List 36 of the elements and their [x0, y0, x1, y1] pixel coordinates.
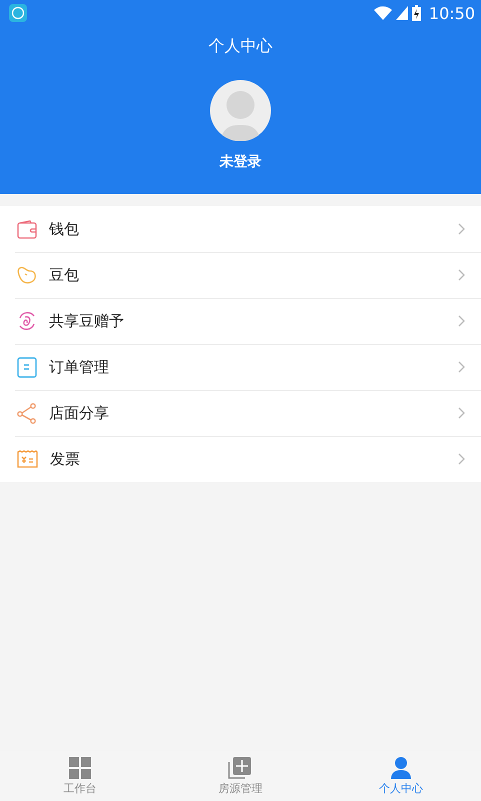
menu-item[interactable]: 发票	[0, 436, 481, 482]
invoice-icon	[17, 450, 38, 468]
page-title: 个人中心	[208, 36, 272, 57]
status-time: 10:50	[428, 4, 475, 22]
wallet-icon	[17, 220, 37, 238]
menu-label: 钱包	[49, 220, 80, 238]
menu-label: 豆包	[49, 266, 80, 284]
bean-swap-icon	[17, 311, 37, 331]
tab[interactable]: 个人中心	[320, 751, 481, 801]
menu-label: 共享豆赠予	[49, 312, 125, 330]
chevron-icon	[458, 407, 465, 419]
app-icon	[9, 4, 27, 22]
menu-item[interactable]: 钱包	[0, 206, 481, 252]
chevron-icon	[458, 223, 465, 235]
menu-label: 发票	[50, 450, 81, 468]
user-name: 未登录	[220, 153, 262, 171]
menu-item[interactable]: 豆包	[0, 252, 481, 298]
menu-item[interactable]: 共享豆赠予	[0, 298, 481, 344]
chevron-icon	[458, 361, 465, 373]
signal-icon	[396, 6, 408, 20]
bean-icon	[17, 266, 37, 284]
battery-icon	[412, 5, 421, 21]
document-icon	[17, 356, 37, 378]
chevron-icon	[458, 453, 465, 465]
share-icon	[17, 402, 37, 424]
wifi-icon	[374, 6, 392, 20]
menu-item[interactable]: 订单管理	[0, 344, 481, 390]
person-icon	[390, 756, 411, 778]
chevron-icon	[458, 315, 465, 327]
add-layers-icon	[228, 756, 252, 779]
menu-label: 店面分享	[49, 404, 110, 422]
chevron-icon	[458, 269, 465, 281]
menu-item[interactable]: 店面分享	[0, 390, 481, 436]
menu-label: 订单管理	[49, 358, 110, 376]
avatar-icon[interactable]	[210, 80, 271, 141]
grid-icon	[69, 756, 92, 778]
